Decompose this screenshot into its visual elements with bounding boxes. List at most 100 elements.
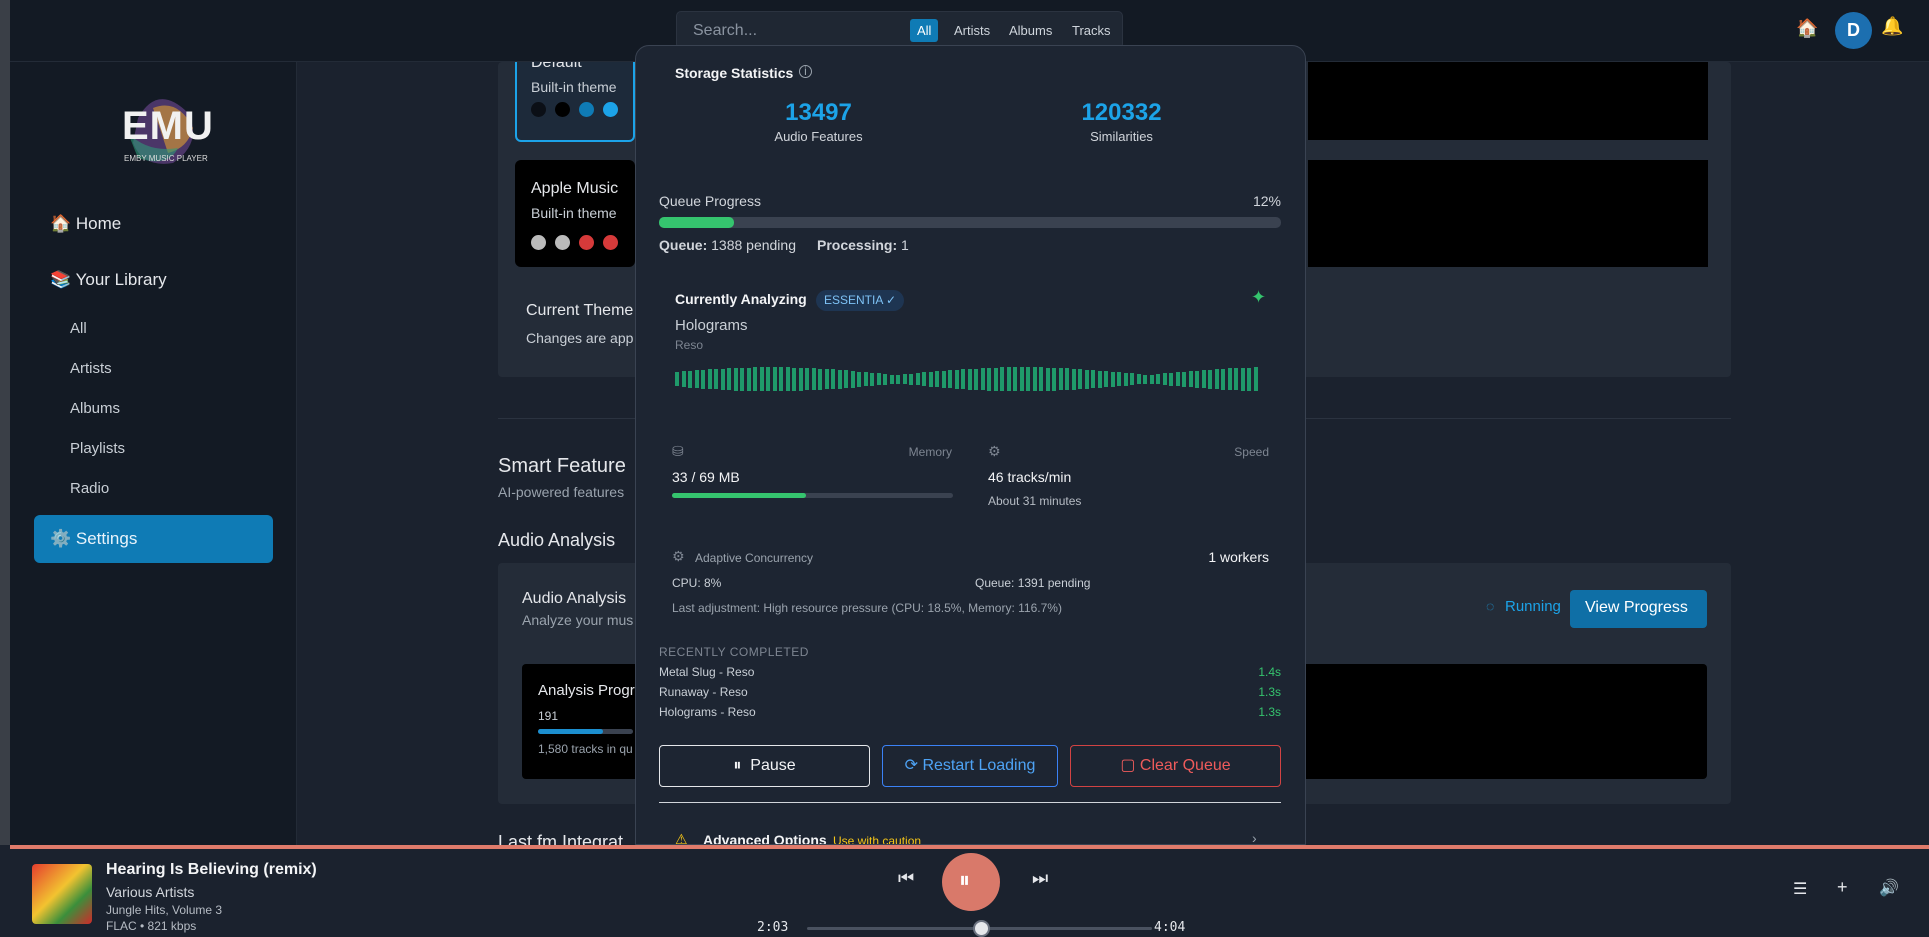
waveform-bar [935, 371, 939, 387]
processing-value: 1 [901, 237, 909, 253]
seek-handle[interactable] [972, 920, 990, 937]
waveform-bar [785, 367, 790, 391]
clear-queue-button[interactable]: ▢ Clear Queue [1070, 745, 1281, 787]
pause-icon: ⏸ [733, 757, 742, 774]
waveform-bar [1032, 367, 1037, 391]
previous-icon[interactable]: ⏮ [898, 868, 914, 889]
track-artist[interactable]: Various Artists [106, 884, 194, 900]
track-title[interactable]: Hearing Is Believing (remix) [106, 861, 317, 879]
waveform-bar [876, 373, 881, 385]
analyzing-artist: Reso [675, 338, 704, 352]
waveform-bar [1006, 367, 1011, 391]
logo-subtitle: EMBY MUSIC PLAYER [124, 154, 208, 163]
cpu-usage: CPU: 8% [672, 576, 722, 590]
filter-artists[interactable]: Artists [947, 19, 997, 42]
nav-settings[interactable]: ⚙️ Settings [34, 515, 273, 563]
album-cover[interactable] [32, 864, 92, 924]
waveform-bar [1201, 370, 1206, 388]
status-running: Running [1505, 598, 1561, 615]
add-icon[interactable]: + [1837, 877, 1848, 898]
recent-item-name: Metal Slug - Reso [659, 665, 755, 679]
nav-all[interactable]: All [70, 320, 87, 337]
restart-loading-button[interactable]: ⟳ Restart Loading [882, 745, 1058, 787]
recent-item-time: 1.4s [1258, 665, 1281, 679]
nav-library[interactable]: 📚 Your Library [50, 270, 167, 290]
theme-apple-sub: Built-in theme [531, 205, 617, 221]
waveform-bar [1078, 369, 1082, 389]
avatar[interactable]: D [1835, 12, 1872, 49]
waveform-bar [1169, 372, 1173, 386]
audio-analysis-title: Audio Analysis [498, 530, 616, 550]
waveform-bar [824, 369, 829, 389]
waveform-bar [1130, 373, 1134, 385]
waveform-bar [688, 370, 692, 388]
volume-icon[interactable]: 🔊 [1879, 878, 1899, 898]
theme-apple-music[interactable]: Apple Music Built-in theme [515, 160, 635, 267]
waveform-bar [1045, 367, 1050, 391]
nav-radio[interactable]: Radio [70, 480, 109, 497]
nav-playlists[interactable]: Playlists [70, 440, 125, 457]
waveform-bar [811, 368, 816, 390]
analysis-progress-bar [538, 729, 633, 734]
warning-icon: ⚠ [675, 831, 688, 845]
smart-features-title: Smart Feature [498, 455, 626, 477]
sidebar: EMU EMBY MUSIC PLAYER 🏠 Home 📚 Your Libr… [10, 62, 297, 845]
memory-bar-fill [672, 493, 807, 498]
search-input[interactable]: Search... [693, 22, 757, 40]
home-icon[interactable]: 🏠 [1796, 18, 1818, 39]
waveform-bar [753, 367, 757, 391]
waveform-bar [805, 368, 809, 390]
analysis-progress-fill [538, 729, 603, 734]
nav-home[interactable]: 🏠 Home [50, 214, 121, 234]
waveform-bar [948, 370, 952, 388]
info-icon[interactable]: i [799, 65, 812, 78]
duration-time: 4:04 [1154, 920, 1186, 935]
waveform-bar [1240, 367, 1245, 391]
logo-text: EMU [122, 104, 214, 148]
waveform-bar [896, 374, 900, 384]
waveform-bar [1234, 368, 1238, 390]
smart-features-sub: AI-powered features [498, 484, 625, 500]
audio-features-value: 13497 [785, 99, 852, 126]
theme-preview [1308, 160, 1708, 267]
waveform-bar [974, 368, 978, 390]
waveform-bar [1143, 374, 1147, 384]
color-dot [603, 102, 618, 117]
waveform-bar [1084, 369, 1089, 389]
color-dot [531, 235, 546, 250]
filter-albums[interactable]: Albums [1002, 19, 1059, 42]
waveform-bar [831, 369, 835, 389]
theme-default-title: Default [531, 62, 582, 71]
queue-progress-bar [659, 217, 1281, 228]
waveform-bar [1097, 370, 1102, 388]
queue-list-icon[interactable]: ☰ [1793, 879, 1807, 899]
view-progress-button[interactable]: View Progress [1570, 590, 1707, 628]
filter-all[interactable]: All [910, 19, 939, 42]
window-edge [0, 0, 10, 845]
waveform-bar [727, 368, 731, 390]
app-logo: EMU EMBY MUSIC PLAYER [108, 88, 213, 168]
waveform-bar [1039, 367, 1043, 391]
nav-artists[interactable]: Artists [70, 360, 112, 377]
search-bar[interactable]: Search... All Artists Albums Tracks [676, 11, 1123, 49]
memory-label: Memory [908, 445, 952, 459]
nav-albums[interactable]: Albums [70, 400, 120, 417]
waveform-bar [987, 367, 991, 391]
pause-button[interactable]: ⏸ [942, 853, 1000, 911]
filter-tracks[interactable]: Tracks [1065, 19, 1118, 42]
pause-button[interactable]: ⏸ Pause [659, 745, 870, 787]
waveform-bar [837, 369, 842, 389]
color-dot [555, 235, 570, 250]
waveform-bar [1175, 372, 1180, 386]
next-icon[interactable]: ⏭ [1032, 868, 1048, 889]
advanced-options[interactable]: Advanced Options [703, 832, 827, 844]
chevron-right-icon[interactable]: › [1252, 830, 1257, 844]
waveform-bar [870, 372, 874, 386]
theme-apple-title: Apple Music [531, 180, 619, 197]
theme-default[interactable]: Default Built-in theme [515, 62, 635, 142]
waveform-bar [1104, 371, 1108, 387]
waveform-bar [993, 367, 998, 391]
bell-icon[interactable]: 🔔 [1881, 16, 1903, 37]
waveform-bar [1013, 367, 1017, 391]
waveform-bar [779, 367, 783, 391]
